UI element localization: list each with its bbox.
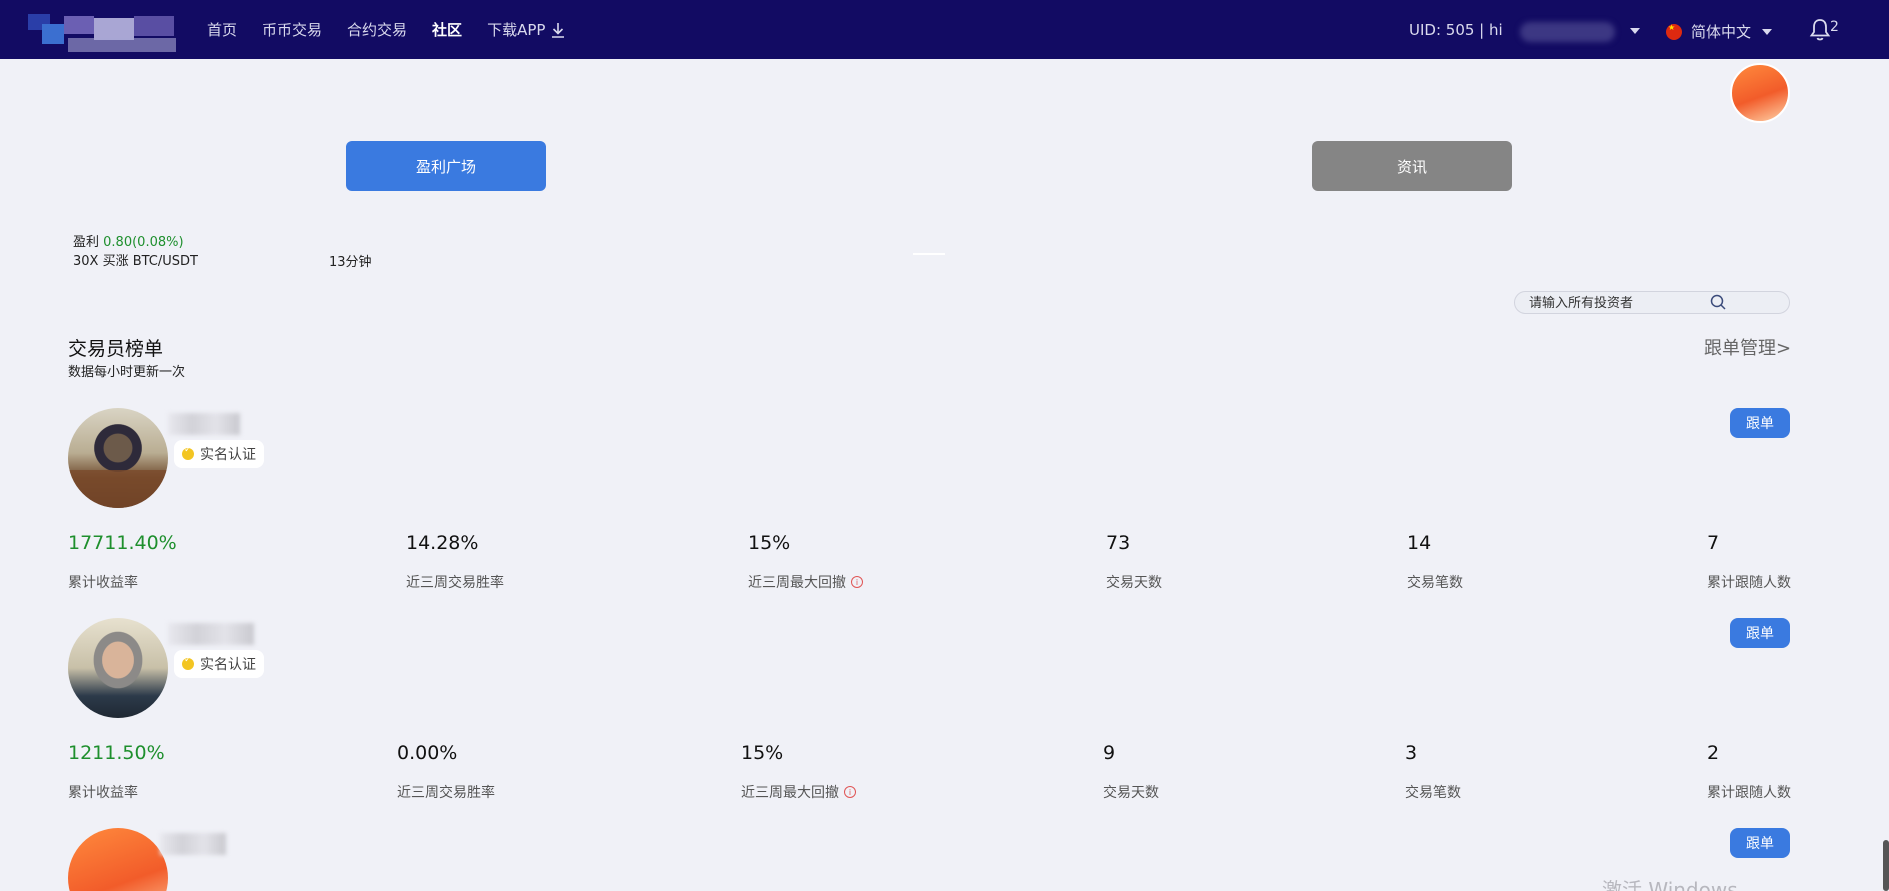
nav-contract-trading[interactable]: 合约交易 bbox=[347, 19, 407, 40]
trade-days-value: 9 bbox=[1103, 742, 1116, 764]
max-drawdown-label: 近三周最大回撤 bbox=[748, 575, 846, 591]
verified-check-icon bbox=[182, 445, 194, 460]
trader-name-redacted bbox=[168, 413, 240, 435]
followers-label: 累计跟随人数 bbox=[1707, 575, 1791, 591]
search-input[interactable] bbox=[1529, 294, 1717, 312]
username-redacted bbox=[1520, 22, 1615, 42]
bell-icon[interactable] bbox=[1809, 18, 1831, 42]
verified-label: 实名认证 bbox=[200, 657, 256, 673]
verified-check-icon bbox=[182, 655, 194, 670]
ticker-time: 13分钟 bbox=[329, 255, 372, 270]
info-icon[interactable]: i bbox=[851, 576, 863, 588]
user-id: UID: 505 | hi bbox=[1409, 21, 1503, 39]
user-menu-chevron-down-icon[interactable] bbox=[1630, 28, 1640, 34]
nav-home[interactable]: 首页 bbox=[207, 19, 237, 40]
verified-badge: 实名认证 bbox=[174, 440, 264, 468]
follow-button[interactable]: 跟单 bbox=[1730, 618, 1790, 648]
trader-name-redacted bbox=[168, 623, 254, 645]
ticker-profit-line: 盈利 0.80(0.08%) bbox=[73, 233, 198, 252]
follow-button[interactable]: 跟单 bbox=[1730, 408, 1790, 438]
win-rate-label: 近三周交易胜率 bbox=[397, 785, 495, 801]
win-rate-label: 近三周交易胜率 bbox=[406, 575, 504, 591]
nav-download-app[interactable]: 下载APP bbox=[487, 19, 565, 40]
search-icon[interactable] bbox=[1708, 292, 1730, 314]
notification-count: 2 bbox=[1830, 19, 1839, 35]
total-return-label: 累计收益率 bbox=[68, 575, 138, 591]
site-logo[interactable] bbox=[28, 14, 180, 58]
chevron-down-icon bbox=[1762, 28, 1773, 35]
main-nav: 首页 币币交易 合约交易 社区 下载APP bbox=[207, 0, 565, 59]
trade-days-value: 73 bbox=[1106, 532, 1131, 554]
verified-label: 实名认证 bbox=[200, 447, 256, 463]
win-rate-value: 0.00% bbox=[397, 742, 458, 764]
trade-count-label: 交易笔数 bbox=[1407, 575, 1463, 591]
nav-download-app-label: 下载APP bbox=[487, 21, 546, 39]
max-drawdown-label-group: 近三周最大回撤 i bbox=[741, 782, 856, 802]
copy-trade-management-link[interactable]: 跟单管理> bbox=[1704, 334, 1791, 360]
windows-activation-watermark: 激活 Windows bbox=[1602, 878, 1738, 891]
investor-search bbox=[1514, 291, 1790, 314]
ticker-profit-value: 0.80(0.08%) bbox=[103, 235, 184, 250]
ranking-subtitle: 数据每小时更新一次 bbox=[68, 365, 186, 380]
trade-count-value: 3 bbox=[1405, 742, 1418, 764]
max-drawdown-value: 15% bbox=[748, 532, 791, 554]
scrollbar[interactable] bbox=[1883, 840, 1889, 891]
win-rate-value: 14.28% bbox=[406, 532, 479, 554]
trader-name-redacted bbox=[160, 833, 226, 855]
tab-news[interactable]: 资讯 bbox=[1312, 141, 1512, 191]
top-navigation-bar: 首页 币币交易 合约交易 社区 下载APP UID: 505 | hi 简体中文… bbox=[0, 0, 1889, 59]
followers-value: 2 bbox=[1707, 742, 1720, 764]
trade-count-value: 14 bbox=[1407, 532, 1432, 554]
total-return-label: 累计收益率 bbox=[68, 785, 138, 801]
promo-floating-badge[interactable] bbox=[1730, 63, 1790, 123]
trader-card: 实名认证 跟单 1211.50% 0.00% 15% 9 3 2 累计收益率 近… bbox=[0, 618, 1889, 828]
language-label: 简体中文 bbox=[1691, 23, 1752, 41]
nav-community[interactable]: 社区 bbox=[432, 19, 462, 40]
china-flag-icon bbox=[1666, 23, 1682, 40]
profit-ticker: 盈利 0.80(0.08%) 30X 买涨 BTC/USDT bbox=[73, 233, 198, 271]
avatar[interactable] bbox=[68, 408, 168, 508]
avatar-desk bbox=[68, 470, 168, 508]
followers-value: 7 bbox=[1707, 532, 1720, 554]
verified-badge: 实名认证 bbox=[174, 650, 264, 678]
avatar[interactable] bbox=[68, 828, 168, 891]
ticker-profit-label: 盈利 bbox=[73, 235, 100, 250]
trade-count-label: 交易笔数 bbox=[1405, 785, 1461, 801]
max-drawdown-label: 近三周最大回撤 bbox=[741, 785, 839, 801]
followers-label: 累计跟随人数 bbox=[1707, 785, 1791, 801]
avatar[interactable] bbox=[68, 618, 168, 718]
max-drawdown-value: 15% bbox=[741, 742, 784, 764]
max-drawdown-label-group: 近三周最大回撤 i bbox=[748, 572, 863, 592]
total-return-value: 17711.40% bbox=[68, 532, 177, 554]
tab-profit-square[interactable]: 盈利广场 bbox=[346, 141, 546, 191]
trader-card: 实名认证 跟单 17711.40% 14.28% 15% 73 14 7 累计收… bbox=[0, 408, 1889, 618]
trade-days-label: 交易天数 bbox=[1103, 785, 1159, 801]
promo-badge-art bbox=[1738, 75, 1786, 84]
download-icon bbox=[552, 22, 565, 38]
total-return-value: 1211.50% bbox=[68, 742, 165, 764]
carousel-indicator[interactable] bbox=[913, 253, 945, 255]
trade-days-label: 交易天数 bbox=[1106, 575, 1162, 591]
language-selector[interactable]: 简体中文 bbox=[1666, 21, 1773, 42]
info-icon[interactable]: i bbox=[844, 786, 856, 798]
page-title: 交易员榜单 bbox=[68, 338, 164, 360]
nav-spot-trading[interactable]: 币币交易 bbox=[262, 19, 322, 40]
follow-button[interactable]: 跟单 bbox=[1730, 828, 1790, 858]
ticker-trade: 30X 买涨 BTC/USDT bbox=[73, 254, 198, 269]
